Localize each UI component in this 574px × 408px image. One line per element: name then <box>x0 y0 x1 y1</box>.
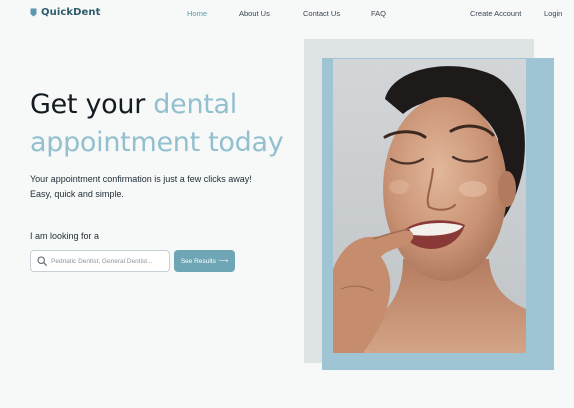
hero-subtitle-line1: Your appointment confirmation is just a … <box>30 174 252 184</box>
hero-subtitle: Your appointment confirmation is just a … <box>30 172 300 202</box>
create-account-link[interactable]: Create Account <box>470 9 521 18</box>
search-input[interactable] <box>51 257 163 265</box>
nav-about-link[interactable]: About Us <box>239 9 270 18</box>
search-box[interactable] <box>30 250 170 272</box>
nav-home-link[interactable]: Home <box>187 9 207 18</box>
hero-title: Get your dental appointment today <box>30 86 300 162</box>
login-link[interactable]: Login <box>544 9 562 18</box>
arrow-right-icon: ⟶ <box>218 258 229 265</box>
hero-title-accent2: appointment today <box>30 127 284 158</box>
hero-title-part1: Get your <box>30 89 154 120</box>
hero-subtitle-line2: Easy, quick and simple. <box>30 189 124 199</box>
nav-contact-link[interactable]: Contact Us <box>303 9 340 18</box>
see-results-label: See Results <box>180 257 216 265</box>
see-results-button[interactable]: See Results ⟶ <box>174 250 235 272</box>
logo[interactable]: QuickDent <box>30 7 101 18</box>
search-label: I am looking for a <box>30 231 100 241</box>
search-icon <box>37 256 47 266</box>
tooth-icon <box>30 8 37 17</box>
logo-text: QuickDent <box>41 7 101 18</box>
hero-title-accent1: dental <box>153 89 237 120</box>
top-nav: QuickDent Home About Us Contact Us FAQ C… <box>0 0 574 26</box>
smiling-woman-illustration <box>333 59 526 353</box>
nav-faq-link[interactable]: FAQ <box>371 9 386 18</box>
hero-photo <box>333 59 526 353</box>
